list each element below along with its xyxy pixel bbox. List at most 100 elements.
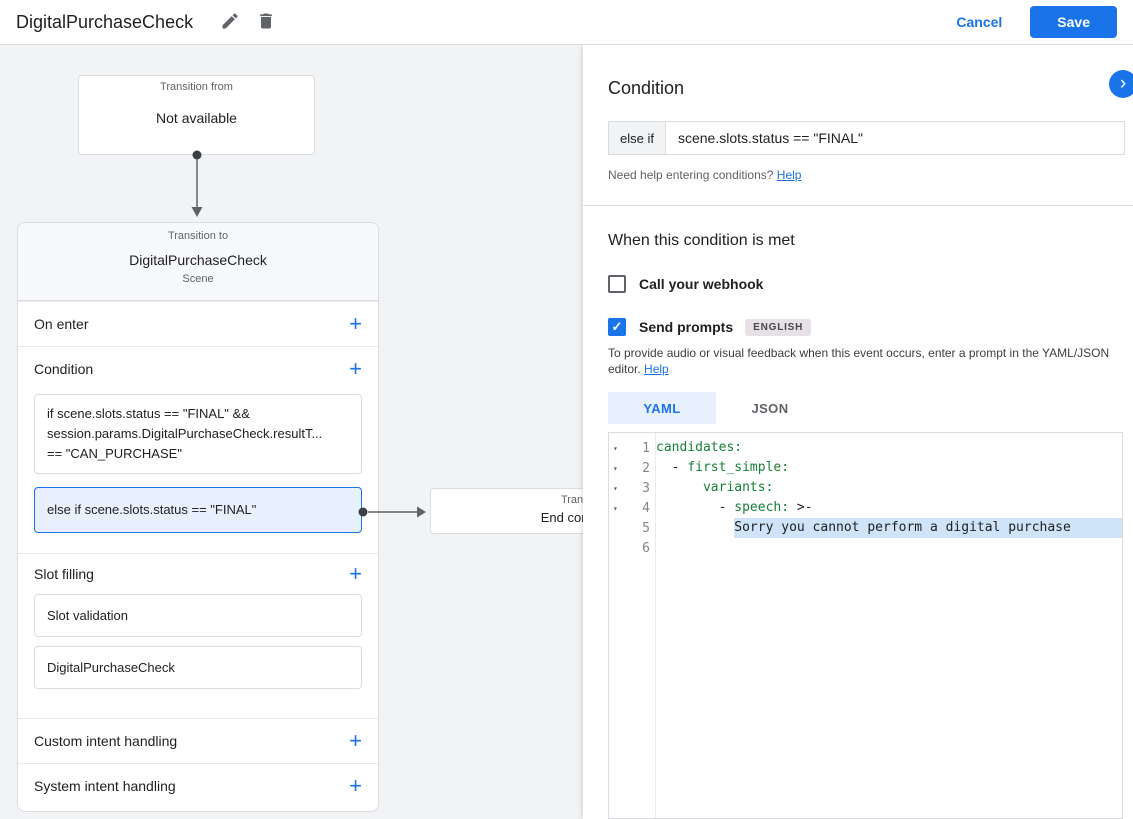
editor-code-area[interactable]: candidates: - first_simple: variants: - … xyxy=(656,433,1122,818)
add-slot-button[interactable]: + xyxy=(349,563,362,585)
condition-detail-panel: › Condition else if Need help entering c… xyxy=(583,45,1133,819)
add-icon: + xyxy=(349,311,362,336)
app-header: DigitalPurchaseCheck Cancel Save xyxy=(0,0,1133,45)
transition-from-value: Not available xyxy=(156,110,237,126)
condition-elseif-box[interactable]: else if scene.slots.status == "FINAL" xyxy=(34,487,362,533)
fold-icon[interactable]: ▾ xyxy=(613,484,627,493)
condition-if-line: == "CAN_PURCHASE" xyxy=(47,446,182,461)
delete-scene-button[interactable] xyxy=(249,5,283,39)
line-number: 5 xyxy=(642,520,650,536)
system-intent-label: System intent handling xyxy=(34,778,176,794)
scene-name: DigitalPurchaseCheck xyxy=(129,252,267,268)
condition-label: Condition xyxy=(34,361,94,377)
add-icon: + xyxy=(349,773,362,798)
trash-icon xyxy=(256,11,276,34)
add-icon: + xyxy=(349,728,362,753)
system-intent-row[interactable]: System intent handling + xyxy=(18,764,378,808)
transition-from-node[interactable]: Transition from Not available xyxy=(78,75,315,155)
section-slot-filling: Slot filling + Slot validation DigitalPu… xyxy=(18,553,378,718)
custom-intent-label: Custom intent handling xyxy=(34,733,178,749)
code-line[interactable]: candidates: xyxy=(656,438,1122,458)
webhook-option-row: Call your webhook xyxy=(608,275,1125,293)
code-line-selected[interactable]: Sorry you cannot perform a digital purch… xyxy=(656,518,1122,538)
code-line[interactable]: - first_simple: xyxy=(656,458,1122,478)
condition-if-line: session.params.DigitalPurchaseCheck.resu… xyxy=(47,426,323,441)
arrowhead-down-icon xyxy=(191,207,203,217)
edit-title-button[interactable] xyxy=(213,5,247,39)
fold-icon[interactable]: ▾ xyxy=(613,464,627,473)
section-custom-intent: Custom intent handling + xyxy=(18,718,378,763)
webhook-checkbox[interactable] xyxy=(608,275,626,293)
add-on-enter-button[interactable]: + xyxy=(349,313,362,335)
gutter-row: 5 xyxy=(609,518,655,538)
yaml-editor: ▾ 1 ▾ 2 ▾ 3 ▾ 4 5 6 candidates: - first_… xyxy=(608,432,1123,819)
prompt-hint-text: To provide audio or visual feedback when… xyxy=(608,346,1110,376)
collapse-panel-button[interactable]: › xyxy=(1109,70,1133,98)
condition-help-link[interactable]: Help xyxy=(777,168,802,182)
fold-icon[interactable]: ▾ xyxy=(613,504,627,513)
editor-gutter: ▾ 1 ▾ 2 ▾ 3 ▾ 4 5 6 xyxy=(609,433,656,818)
code-line[interactable]: - speech: >- xyxy=(656,498,1122,518)
arrowhead-right-icon xyxy=(417,506,426,518)
check-icon: ✓ xyxy=(611,319,623,334)
panel-divider xyxy=(583,205,1133,206)
scene-type: Scene xyxy=(182,273,214,285)
custom-intent-row[interactable]: Custom intent handling + xyxy=(18,719,378,763)
on-enter-label: On enter xyxy=(34,316,89,332)
condition-expression-field: else if xyxy=(608,121,1125,155)
add-system-intent-button[interactable]: + xyxy=(349,775,362,797)
slot-name-box[interactable]: DigitalPurchaseCheck xyxy=(34,646,362,689)
slot-filling-label: Slot filling xyxy=(34,566,94,582)
line-number: 2 xyxy=(642,460,650,476)
condition-if-line: if scene.slots.status == "FINAL" && xyxy=(47,406,250,421)
send-prompts-option-row: ✓ Send prompts ENGLISH xyxy=(608,318,1125,336)
condition-elseif-text: else if scene.slots.status == "FINAL" xyxy=(47,502,257,517)
line-number: 6 xyxy=(642,540,650,556)
gutter-row: ▾ 1 xyxy=(609,438,655,458)
page-title: DigitalPurchaseCheck xyxy=(16,11,194,32)
condition-expression-input[interactable] xyxy=(665,122,1124,154)
selected-text: Sorry you cannot perform a digital purch… xyxy=(734,518,1122,538)
scene-card: Transition to DigitalPurchaseCheck Scene… xyxy=(17,222,379,812)
chevron-right-icon: › xyxy=(1119,73,1127,94)
webhook-label[interactable]: Call your webhook xyxy=(639,276,763,292)
code-line[interactable] xyxy=(656,538,1122,558)
line-number: 4 xyxy=(642,500,650,516)
line-number: 3 xyxy=(642,480,650,496)
condition-met-heading: When this condition is met xyxy=(608,232,795,249)
gutter-row: ▾ 3 xyxy=(609,478,655,498)
send-prompts-checkbox[interactable]: ✓ xyxy=(608,318,626,336)
section-system-intent: System intent handling + xyxy=(18,763,378,808)
add-icon: + xyxy=(349,561,362,586)
prompt-hint: To provide audio or visual feedback when… xyxy=(608,345,1116,377)
editor-tabs: YAML JSON xyxy=(608,392,1125,424)
condition-if-box[interactable]: if scene.slots.status == "FINAL" && sess… xyxy=(34,394,362,474)
save-button[interactable]: Save xyxy=(1030,6,1117,38)
gutter-row: ▾ 2 xyxy=(609,458,655,478)
cancel-button[interactable]: Cancel xyxy=(956,14,1002,30)
tab-json[interactable]: JSON xyxy=(716,392,824,424)
add-custom-intent-button[interactable]: + xyxy=(349,730,362,752)
fold-icon[interactable]: ▾ xyxy=(613,444,627,453)
pencil-icon xyxy=(220,11,240,34)
app-window: DigitalPurchaseCheck Cancel Save Transit… xyxy=(0,0,1133,819)
code-line[interactable]: variants: xyxy=(656,478,1122,498)
condition-help-line: Need help entering conditions? Help xyxy=(608,168,1125,182)
section-condition: Condition + if scene.slots.status == "FI… xyxy=(18,346,378,553)
send-prompts-label[interactable]: Send prompts xyxy=(639,319,733,335)
on-enter-row[interactable]: On enter + xyxy=(18,302,378,346)
scene-card-header: Transition to DigitalPurchaseCheck Scene xyxy=(18,223,378,301)
transition-from-label: Transition from xyxy=(160,81,233,93)
slot-name-text: DigitalPurchaseCheck xyxy=(47,660,175,675)
add-condition-button[interactable]: + xyxy=(349,358,362,380)
condition-row[interactable]: Condition + xyxy=(18,347,378,391)
slot-validation-box[interactable]: Slot validation xyxy=(34,594,362,637)
tab-yaml[interactable]: YAML xyxy=(608,392,716,424)
panel-title: Condition xyxy=(608,78,685,98)
slot-filling-row[interactable]: Slot filling + xyxy=(18,554,378,594)
elseif-prefix-chip: else if xyxy=(609,122,666,154)
prompt-hint-help-link[interactable]: Help xyxy=(644,362,669,376)
section-on-enter: On enter + xyxy=(18,301,378,346)
line-number: 1 xyxy=(642,440,650,456)
gutter-row: 6 xyxy=(609,538,655,558)
